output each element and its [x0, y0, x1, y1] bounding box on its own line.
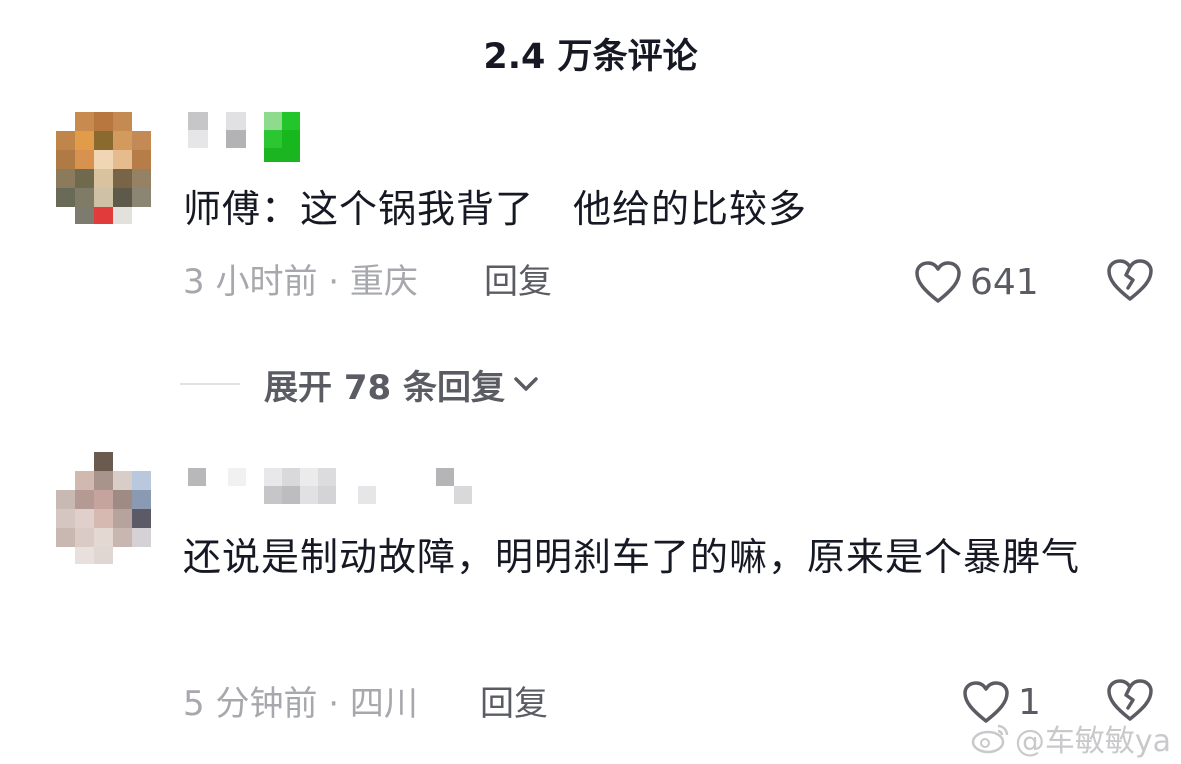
like-button[interactable]: 641	[914, 258, 1039, 306]
username[interactable]	[188, 468, 608, 508]
avatar[interactable]	[56, 452, 152, 564]
dislike-button[interactable]	[1106, 258, 1154, 306]
reply-button[interactable]: 回复	[484, 260, 552, 304]
comment-time-location: 3 小时前 · 重庆	[183, 262, 418, 302]
like-count: 641	[970, 261, 1039, 303]
watermark-text: @车敏敏ya	[1014, 724, 1171, 759]
username[interactable]	[188, 112, 608, 162]
heart-outline-icon	[915, 261, 961, 303]
chevron-down-icon	[514, 377, 538, 391]
expand-replies-button[interactable]: 展开 78 条回复	[180, 362, 541, 408]
divider	[180, 383, 240, 385]
weibo-logo-icon	[971, 724, 1009, 754]
expand-replies-label: 展开 78 条回复	[264, 367, 505, 408]
comment-text: 师傅：这个锅我背了 他给的比较多	[183, 187, 808, 231]
watermark: @车敏敏ya	[971, 716, 1171, 760]
comment-text: 还说是制动故障，明明刹车了的嘛，原来是个暴脾气	[183, 535, 1081, 579]
comment-time-location: 5 分钟前 · 四川	[183, 684, 418, 724]
comments-count-title: 2.4 万条评论	[483, 37, 698, 77]
reply-button[interactable]: 回复	[480, 682, 548, 726]
avatar[interactable]	[56, 112, 152, 224]
broken-heart-icon	[1107, 259, 1153, 301]
